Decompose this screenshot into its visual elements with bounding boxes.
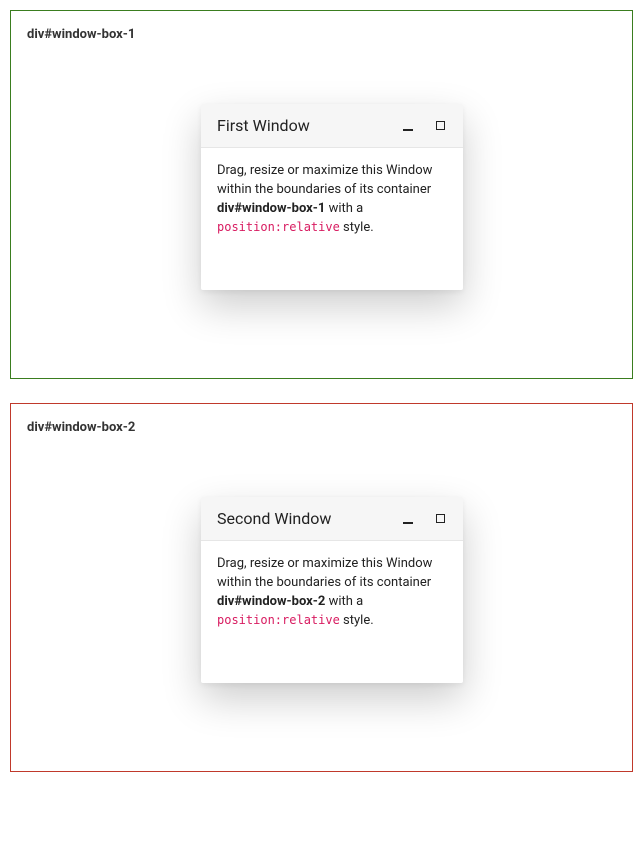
body-text: style.	[340, 613, 374, 628]
window-2-title: Second Window	[217, 509, 331, 528]
window-box-2: div#window-box-2 Second Window Drag, res…	[10, 403, 633, 772]
body-text: style.	[340, 220, 374, 235]
window-2-body: Drag, resize or maximize this Window wit…	[201, 541, 463, 644]
window-1-header[interactable]: First Window	[201, 104, 463, 148]
window-2-header[interactable]: Second Window	[201, 497, 463, 541]
maximize-icon[interactable]	[433, 119, 447, 133]
window-1-title: First Window	[217, 116, 310, 135]
code-snippet: position:relative	[217, 220, 340, 234]
window-1-actions	[401, 119, 447, 133]
box-2-label: div#window-box-2	[27, 420, 616, 435]
window-1[interactable]: First Window Drag, resize or maximize th…	[201, 104, 463, 290]
body-text: with a	[325, 201, 363, 216]
body-text: Drag, resize or maximize this Window wit…	[217, 163, 432, 197]
window-2-actions	[401, 512, 447, 526]
window-box-1: div#window-box-1 First Window Drag, resi…	[10, 10, 633, 379]
minimize-icon[interactable]	[401, 512, 415, 526]
minimize-icon[interactable]	[401, 119, 415, 133]
window-2[interactable]: Second Window Drag, resize or maximize t…	[201, 497, 463, 683]
window-1-body: Drag, resize or maximize this Window wit…	[201, 148, 463, 251]
code-snippet: position:relative	[217, 613, 340, 627]
body-text: with a	[325, 594, 363, 609]
box-1-label: div#window-box-1	[27, 27, 616, 42]
container-ref: div#window-box-1	[217, 201, 325, 216]
body-text: Drag, resize or maximize this Window wit…	[217, 556, 432, 590]
container-ref: div#window-box-2	[217, 594, 325, 609]
maximize-icon[interactable]	[433, 512, 447, 526]
